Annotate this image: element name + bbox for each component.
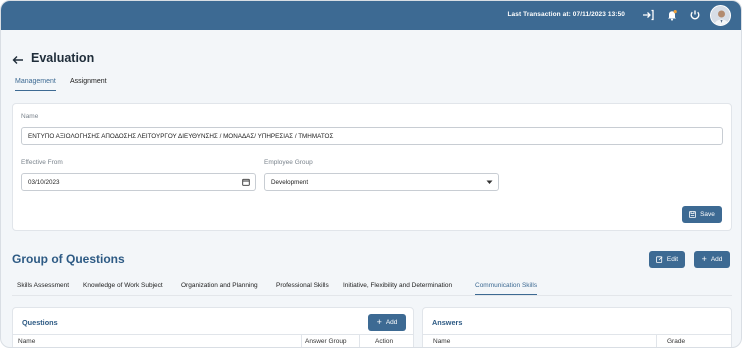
add-group-label: Add bbox=[710, 256, 723, 263]
answers-title: Answers bbox=[432, 318, 463, 327]
evaluation-form-card: Name ΕΝΤΥΠΟ ΑΞΙΟΛΟΓΗΣΗΣ ΑΠΟΔΟΣΗΣ ΛΕΙΤΟΥΡ… bbox=[12, 103, 732, 231]
last-transaction-text: Last Transaction at: 07/11/2023 13:50 bbox=[507, 11, 625, 18]
answers-panel: Answers Name Grade bbox=[422, 307, 732, 347]
column-answer-group: Answer Group bbox=[305, 338, 347, 345]
plus-icon: + bbox=[376, 317, 382, 327]
user-avatar[interactable] bbox=[710, 5, 731, 26]
name-label: Name bbox=[21, 113, 39, 120]
tab-knowledge-of-work-subject[interactable]: Knowledge of Work Subject bbox=[83, 282, 163, 294]
employee-group-label: Employee Group bbox=[264, 159, 313, 166]
questions-table-header: Name Answer Group Action bbox=[13, 334, 413, 347]
column-name: Name bbox=[18, 338, 36, 345]
chevron-down-icon bbox=[486, 179, 493, 187]
calendar-icon[interactable] bbox=[242, 178, 250, 188]
employee-group-select[interactable]: Development bbox=[264, 173, 499, 191]
column-divider bbox=[301, 335, 302, 347]
app-window: Last Transaction at: 07/11/2023 13:50 Ev… bbox=[0, 0, 742, 348]
top-bar: Last Transaction at: 07/11/2023 13:50 bbox=[1, 1, 741, 30]
add-question-label: Add bbox=[385, 319, 398, 326]
plus-icon: + bbox=[701, 254, 707, 264]
edit-label: Edit bbox=[666, 256, 679, 263]
section-title: Group of Questions bbox=[12, 252, 125, 266]
column-name: Name bbox=[433, 338, 451, 345]
name-field[interactable]: ΕΝΤΥΠΟ ΑΞΙΟΛΟΓΗΣΗΣ ΑΠΟΔΟΣΗΣ ΛΕΙΤΟΥΡΓΟΥ Δ… bbox=[21, 127, 723, 145]
tab-skills-assessment[interactable]: Skills Assessment bbox=[17, 282, 69, 294]
column-action: Action bbox=[375, 338, 394, 345]
tab-initiative-flexibility-determination[interactable]: Initiative, Flexibility and Determinatio… bbox=[343, 282, 452, 294]
effective-from-field[interactable]: 03/10/2023 bbox=[21, 173, 256, 191]
questions-title: Questions bbox=[22, 318, 58, 327]
bell-icon[interactable] bbox=[665, 8, 679, 22]
add-group-button[interactable]: + Add bbox=[694, 251, 730, 268]
column-divider bbox=[656, 335, 657, 347]
page-title: Evaluation bbox=[31, 51, 95, 65]
edit-group-button[interactable]: Edit bbox=[649, 251, 685, 268]
tab-organization-and-planning[interactable]: Organization and Planning bbox=[181, 282, 258, 294]
power-icon[interactable] bbox=[688, 8, 702, 22]
tabs-divider bbox=[12, 295, 732, 296]
add-question-button[interactable]: + Add bbox=[368, 314, 406, 331]
back-arrow-icon[interactable] bbox=[12, 53, 24, 65]
save-icon bbox=[689, 211, 696, 218]
effective-from-value: 03/10/2023 bbox=[28, 179, 60, 186]
column-divider bbox=[359, 335, 360, 347]
question-group-tabs: Skills Assessment Knowledge of Work Subj… bbox=[12, 280, 732, 295]
logout-icon[interactable] bbox=[641, 8, 655, 22]
column-grade: Grade bbox=[667, 338, 686, 345]
tab-assignment[interactable]: Assignment bbox=[70, 78, 107, 90]
save-button[interactable]: Save bbox=[682, 206, 722, 223]
answers-table-header: Name Grade bbox=[423, 334, 731, 347]
employee-group-value: Development bbox=[271, 179, 309, 186]
edit-icon bbox=[655, 256, 663, 263]
save-label: Save bbox=[700, 211, 715, 218]
tab-professional-skills[interactable]: Professional Skills bbox=[276, 282, 329, 294]
questions-panel: Questions + Add Name Answer Group Action bbox=[12, 307, 414, 347]
tab-management[interactable]: Management bbox=[15, 78, 56, 91]
effective-from-label: Effective From bbox=[21, 159, 63, 166]
tab-communication-skills[interactable]: Communication Skills bbox=[475, 282, 538, 295]
